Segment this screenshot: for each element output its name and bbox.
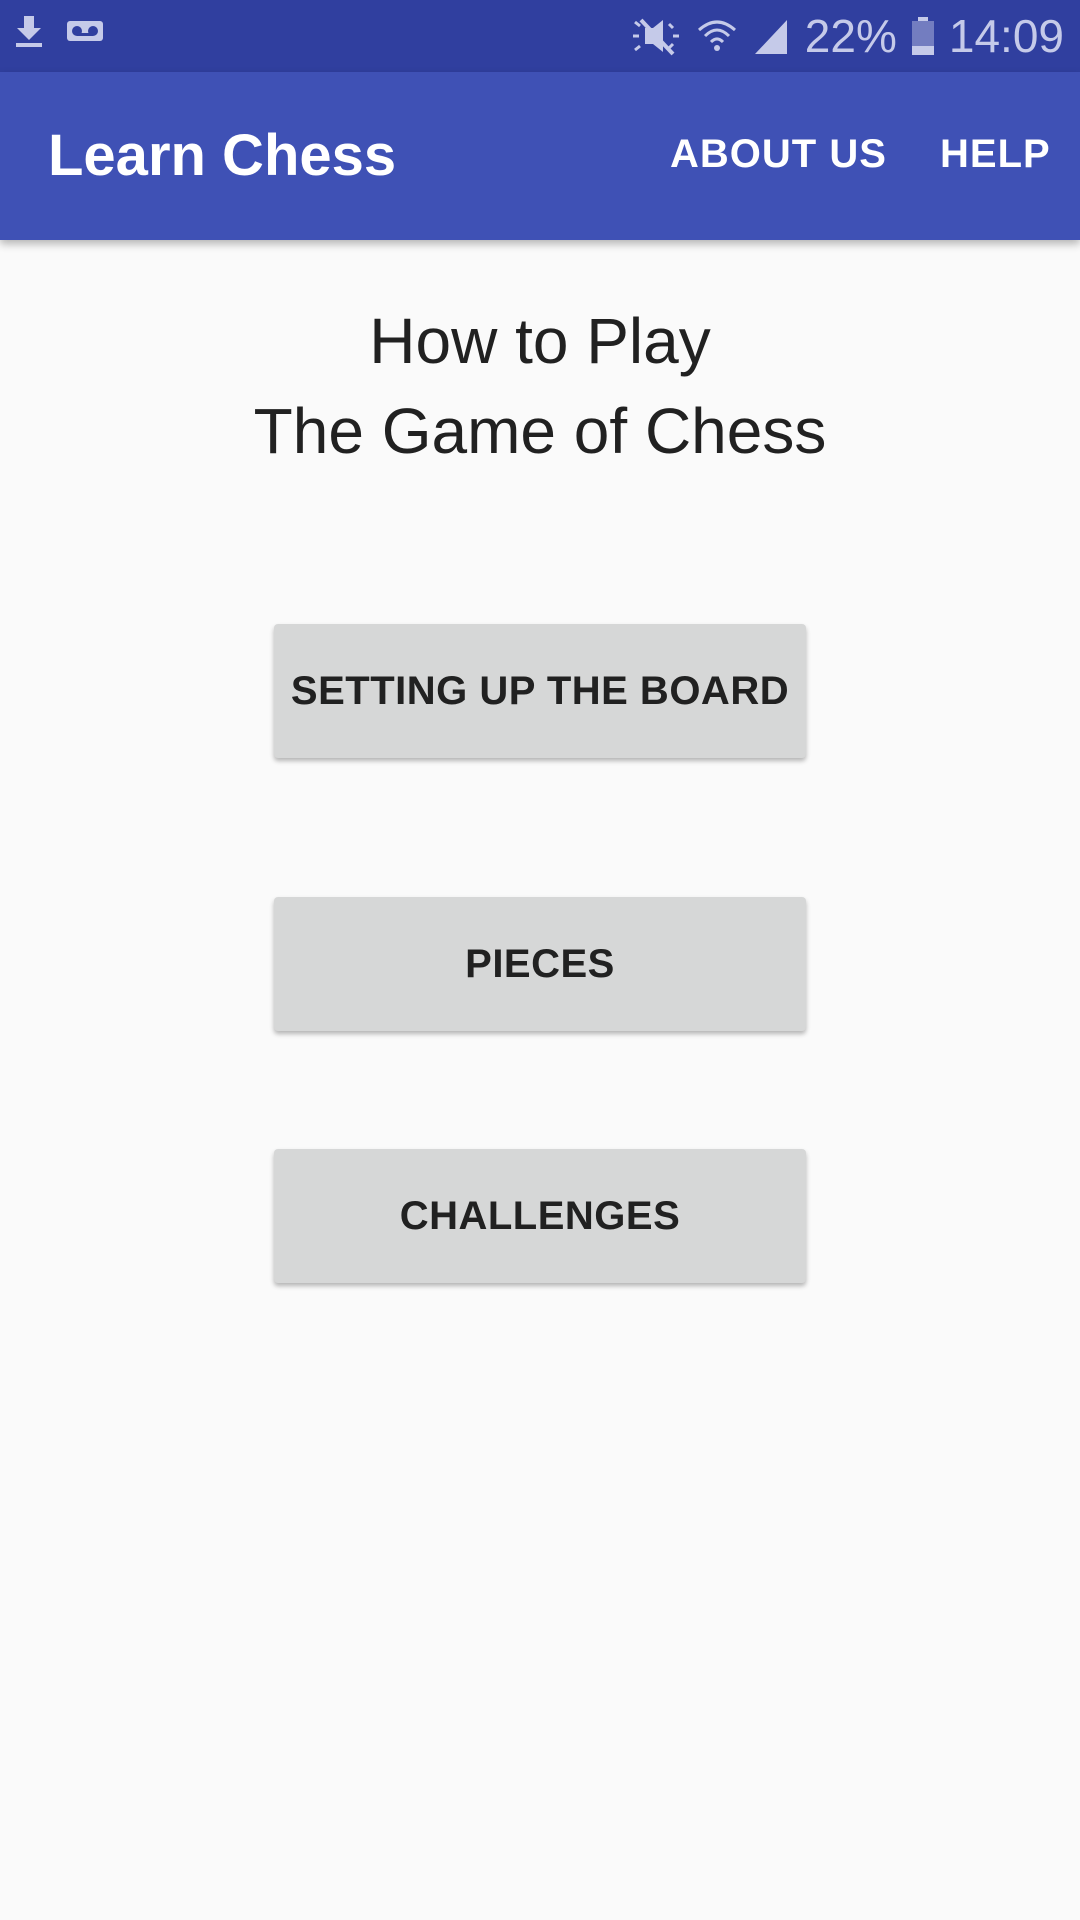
voicemail-icon	[66, 20, 104, 42]
help-button[interactable]: HELP	[940, 132, 1051, 177]
clock: 14:09	[948, 10, 1064, 62]
heading-line-2: The Game of Chess	[253, 395, 827, 467]
mute-icon	[627, 16, 683, 56]
challenges-button[interactable]: CHALLENGES	[274, 1149, 806, 1283]
heading-line-1: How to Play	[369, 305, 711, 377]
app-bar: Learn Chess ABOUT US HELP	[0, 72, 1080, 240]
signal-icon	[751, 16, 791, 56]
download-icon	[14, 14, 44, 48]
battery-icon	[911, 16, 935, 56]
pieces-button[interactable]: PIECES	[274, 897, 806, 1031]
page-heading: How to Play The Game of Chess	[0, 296, 1080, 476]
status-bar: 22% 14:09	[0, 0, 1080, 72]
setting-up-the-board-button[interactable]: SETTING UP THE BOARD	[274, 624, 806, 758]
battery-percent: 22%	[804, 10, 897, 62]
about-us-button[interactable]: ABOUT US	[670, 132, 887, 177]
wifi-icon	[697, 16, 737, 56]
app-title: Learn Chess	[48, 123, 397, 188]
